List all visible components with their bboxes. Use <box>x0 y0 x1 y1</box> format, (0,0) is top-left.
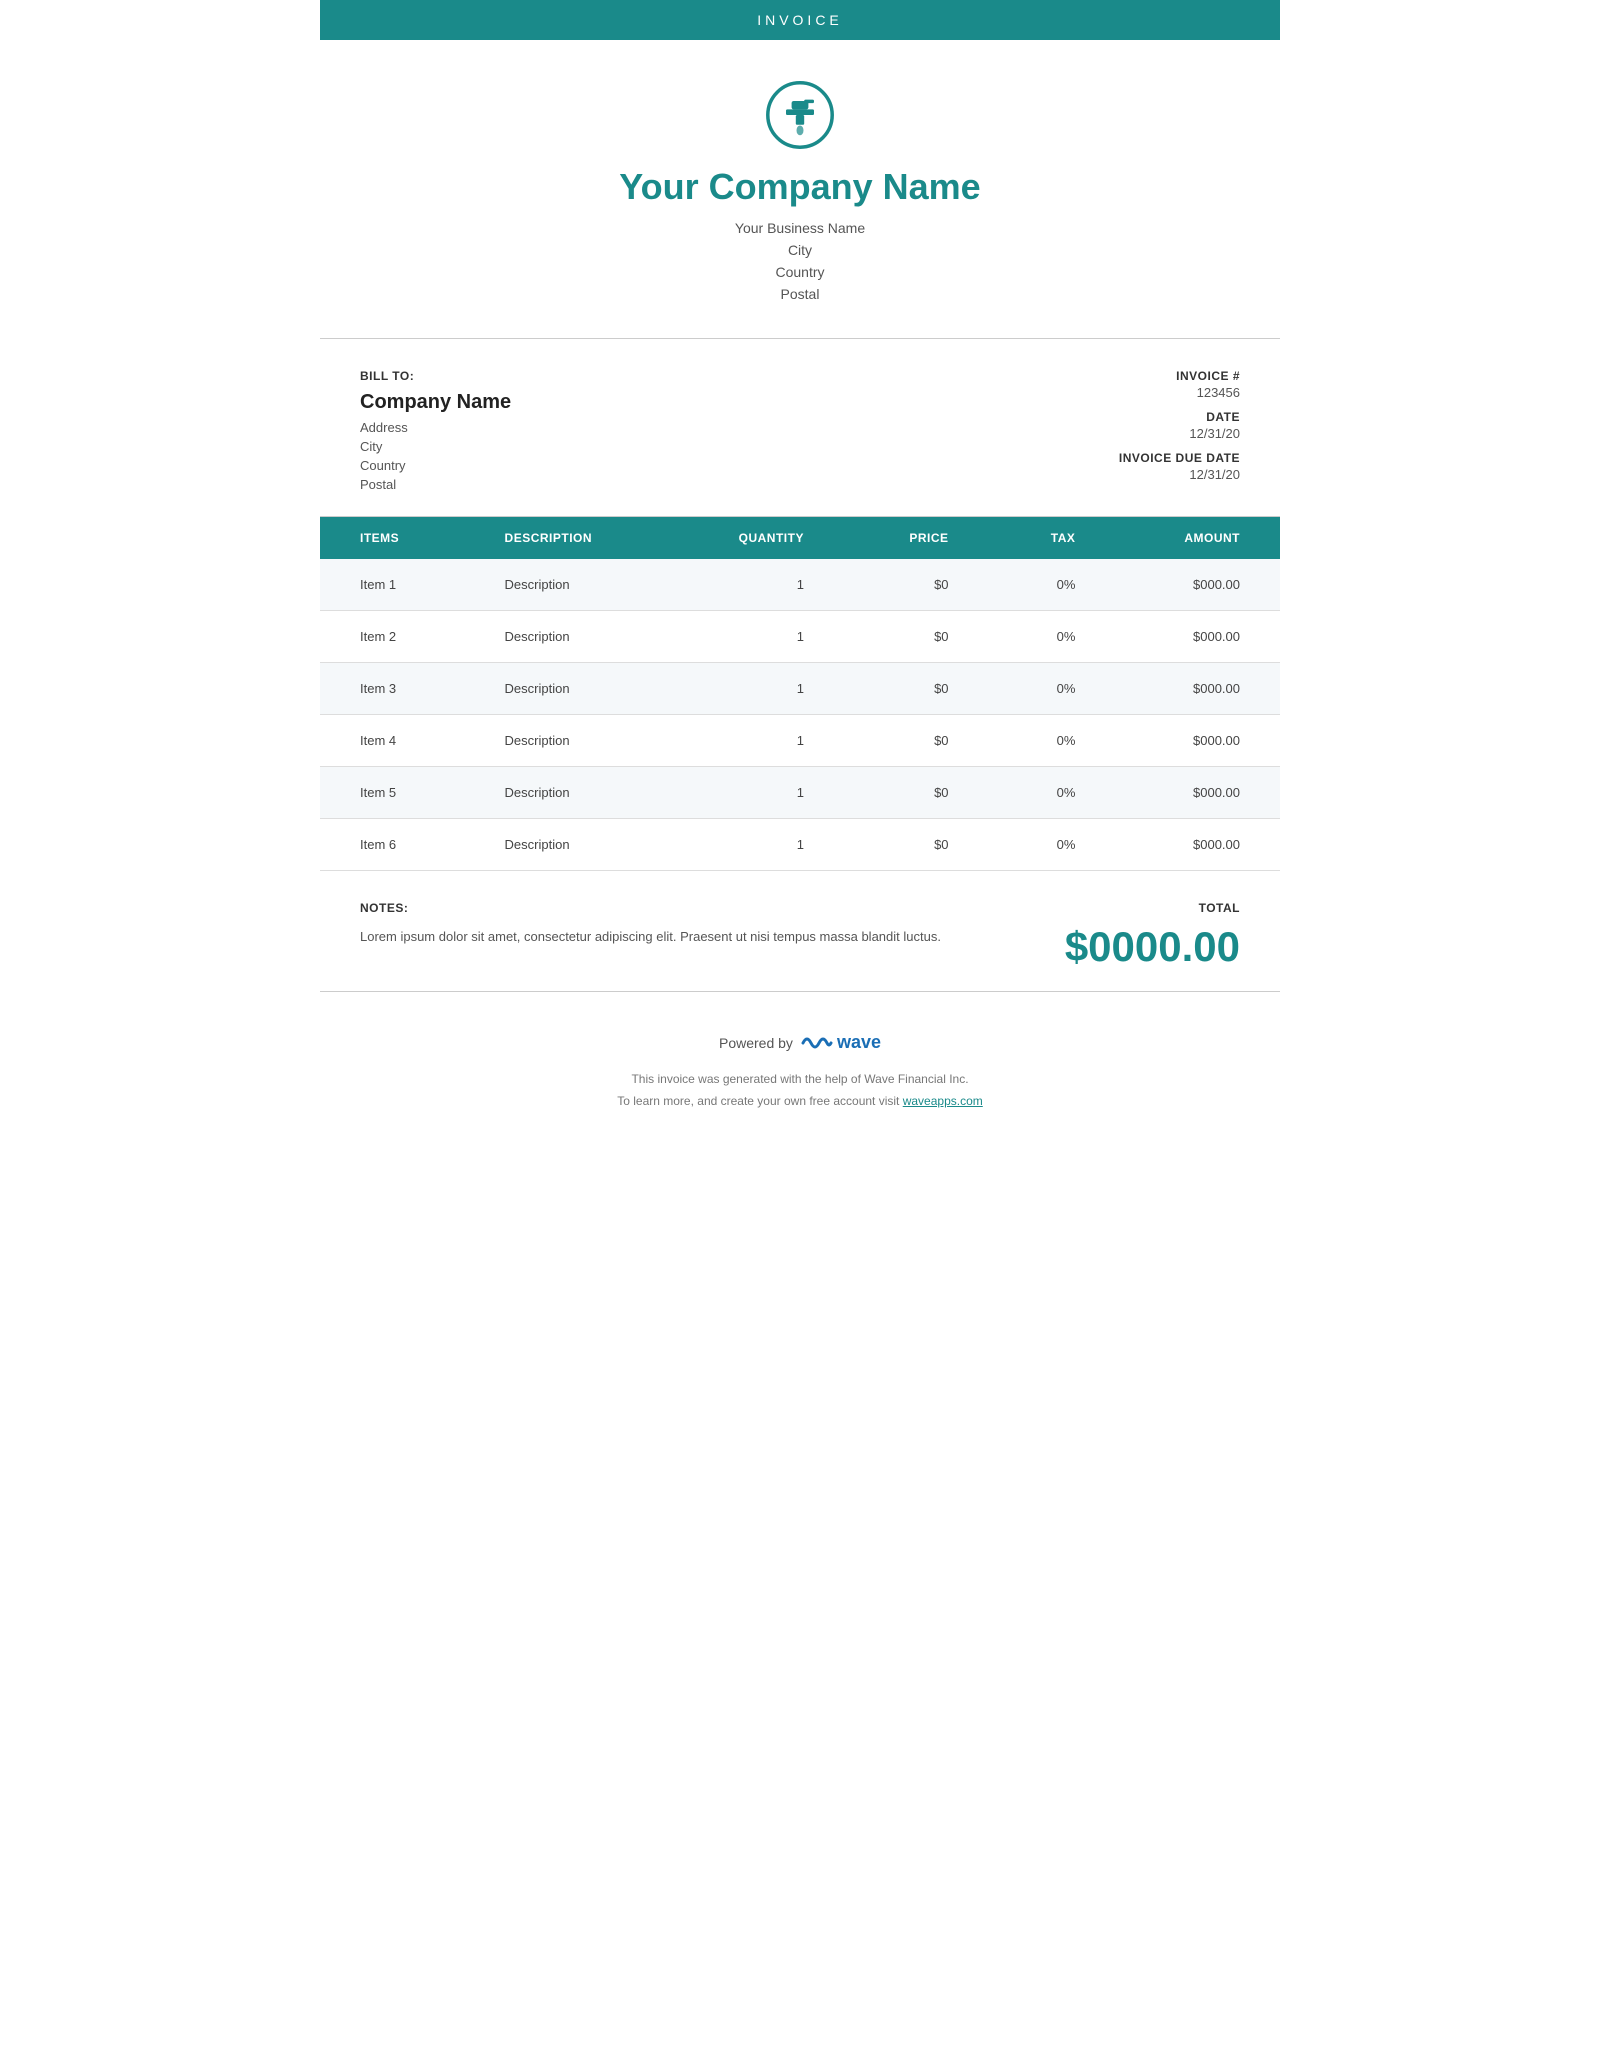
company-city: City <box>340 242 1260 258</box>
powered-by: Powered by wave <box>340 1032 1260 1053</box>
cell-tax: 0% <box>989 715 1116 767</box>
col-header-tax: TAX <box>989 517 1116 559</box>
cell-item-name: Item 3 <box>320 663 465 715</box>
cell-item-name: Item 4 <box>320 715 465 767</box>
company-logo-icon <box>765 80 835 150</box>
company-business-name: Your Business Name <box>340 220 1260 236</box>
invoice-title: INVOICE <box>757 12 843 28</box>
table-row: Item 1 Description 1 $0 0% $000.00 <box>320 559 1280 611</box>
footer-section: Powered by wave This invoice was generat… <box>320 992 1280 1142</box>
cell-amount: $000.00 <box>1115 819 1280 871</box>
notes-label: NOTES: <box>360 901 1000 915</box>
cell-price: $0 <box>844 819 989 871</box>
bill-address: Address <box>360 420 1040 435</box>
col-header-quantity: QUANTITY <box>668 517 844 559</box>
invoice-info-column: INVOICE # 123456 DATE 12/31/20 INVOICE D… <box>1040 369 1240 496</box>
bill-country: Country <box>360 458 1040 473</box>
cell-description: Description <box>465 611 668 663</box>
bill-company-name: Company Name <box>360 391 1040 414</box>
powered-by-text: Powered by <box>719 1035 793 1051</box>
col-header-items: ITEMS <box>320 517 465 559</box>
table-row: Item 2 Description 1 $0 0% $000.00 <box>320 611 1280 663</box>
cell-tax: 0% <box>989 611 1116 663</box>
company-country: Country <box>340 264 1260 280</box>
company-postal: Postal <box>340 286 1260 302</box>
table-row: Item 5 Description 1 $0 0% $000.00 <box>320 767 1280 819</box>
cell-tax: 0% <box>989 559 1116 611</box>
invoice-number-label: INVOICE # <box>1040 369 1240 383</box>
company-section: Your Company Name Your Business Name Cit… <box>320 40 1280 339</box>
table-header-row: ITEMS DESCRIPTION QUANTITY PRICE TAX AMO… <box>320 517 1280 559</box>
cell-quantity: 1 <box>668 819 844 871</box>
cell-item-name: Item 1 <box>320 559 465 611</box>
cell-amount: $000.00 <box>1115 559 1280 611</box>
cell-item-name: Item 6 <box>320 819 465 871</box>
total-amount: $0000.00 <box>1040 923 1240 971</box>
cell-quantity: 1 <box>668 715 844 767</box>
footer-text-2: To learn more, and create your own free … <box>340 1091 1260 1113</box>
total-label: TOTAL <box>1040 901 1240 915</box>
cell-quantity: 1 <box>668 663 844 715</box>
cell-description: Description <box>465 663 668 715</box>
bill-city: City <box>360 439 1040 454</box>
bill-to-label: BILL TO: <box>360 369 1040 383</box>
cell-amount: $000.00 <box>1115 611 1280 663</box>
notes-text: Lorem ipsum dolor sit amet, consectetur … <box>360 927 1000 948</box>
cell-amount: $000.00 <box>1115 767 1280 819</box>
cell-price: $0 <box>844 715 989 767</box>
invoice-number-value: 123456 <box>1040 385 1240 400</box>
invoice-due-date-label: INVOICE DUE DATE <box>1040 451 1240 465</box>
wave-logo: wave <box>801 1032 881 1053</box>
table-row: Item 3 Description 1 $0 0% $000.00 <box>320 663 1280 715</box>
notes-column: NOTES: Lorem ipsum dolor sit amet, conse… <box>360 901 1040 948</box>
invoice-date-label: DATE <box>1040 410 1240 424</box>
invoice-date-value: 12/31/20 <box>1040 426 1240 441</box>
wave-brand-text: wave <box>837 1032 881 1053</box>
items-table: ITEMS DESCRIPTION QUANTITY PRICE TAX AMO… <box>320 517 1280 871</box>
company-name: Your Company Name <box>340 166 1260 208</box>
total-column: TOTAL $0000.00 <box>1040 901 1240 971</box>
col-header-description: DESCRIPTION <box>465 517 668 559</box>
cell-quantity: 1 <box>668 767 844 819</box>
cell-quantity: 1 <box>668 611 844 663</box>
footer-text-1: This invoice was generated with the help… <box>340 1069 1260 1091</box>
cell-quantity: 1 <box>668 559 844 611</box>
cell-price: $0 <box>844 611 989 663</box>
cell-price: $0 <box>844 767 989 819</box>
cell-description: Description <box>465 767 668 819</box>
bill-postal: Postal <box>360 477 1040 492</box>
footer-waveapps-link[interactable]: waveapps.com <box>903 1094 983 1108</box>
cell-price: $0 <box>844 663 989 715</box>
invoice-header-bar: INVOICE <box>320 0 1280 40</box>
col-header-amount: AMOUNT <box>1115 517 1280 559</box>
billing-section: BILL TO: Company Name Address City Count… <box>320 339 1280 517</box>
invoice-due-date-value: 12/31/20 <box>1040 467 1240 482</box>
cell-item-name: Item 5 <box>320 767 465 819</box>
cell-amount: $000.00 <box>1115 715 1280 767</box>
cell-amount: $000.00 <box>1115 663 1280 715</box>
notes-total-section: NOTES: Lorem ipsum dolor sit amet, conse… <box>320 871 1280 992</box>
cell-price: $0 <box>844 559 989 611</box>
bill-to-column: BILL TO: Company Name Address City Count… <box>360 369 1040 496</box>
col-header-price: PRICE <box>844 517 989 559</box>
cell-description: Description <box>465 559 668 611</box>
table-row: Item 6 Description 1 $0 0% $000.00 <box>320 819 1280 871</box>
cell-tax: 0% <box>989 819 1116 871</box>
cell-description: Description <box>465 819 668 871</box>
cell-tax: 0% <box>989 767 1116 819</box>
cell-description: Description <box>465 715 668 767</box>
cell-tax: 0% <box>989 663 1116 715</box>
cell-item-name: Item 2 <box>320 611 465 663</box>
table-row: Item 4 Description 1 $0 0% $000.00 <box>320 715 1280 767</box>
